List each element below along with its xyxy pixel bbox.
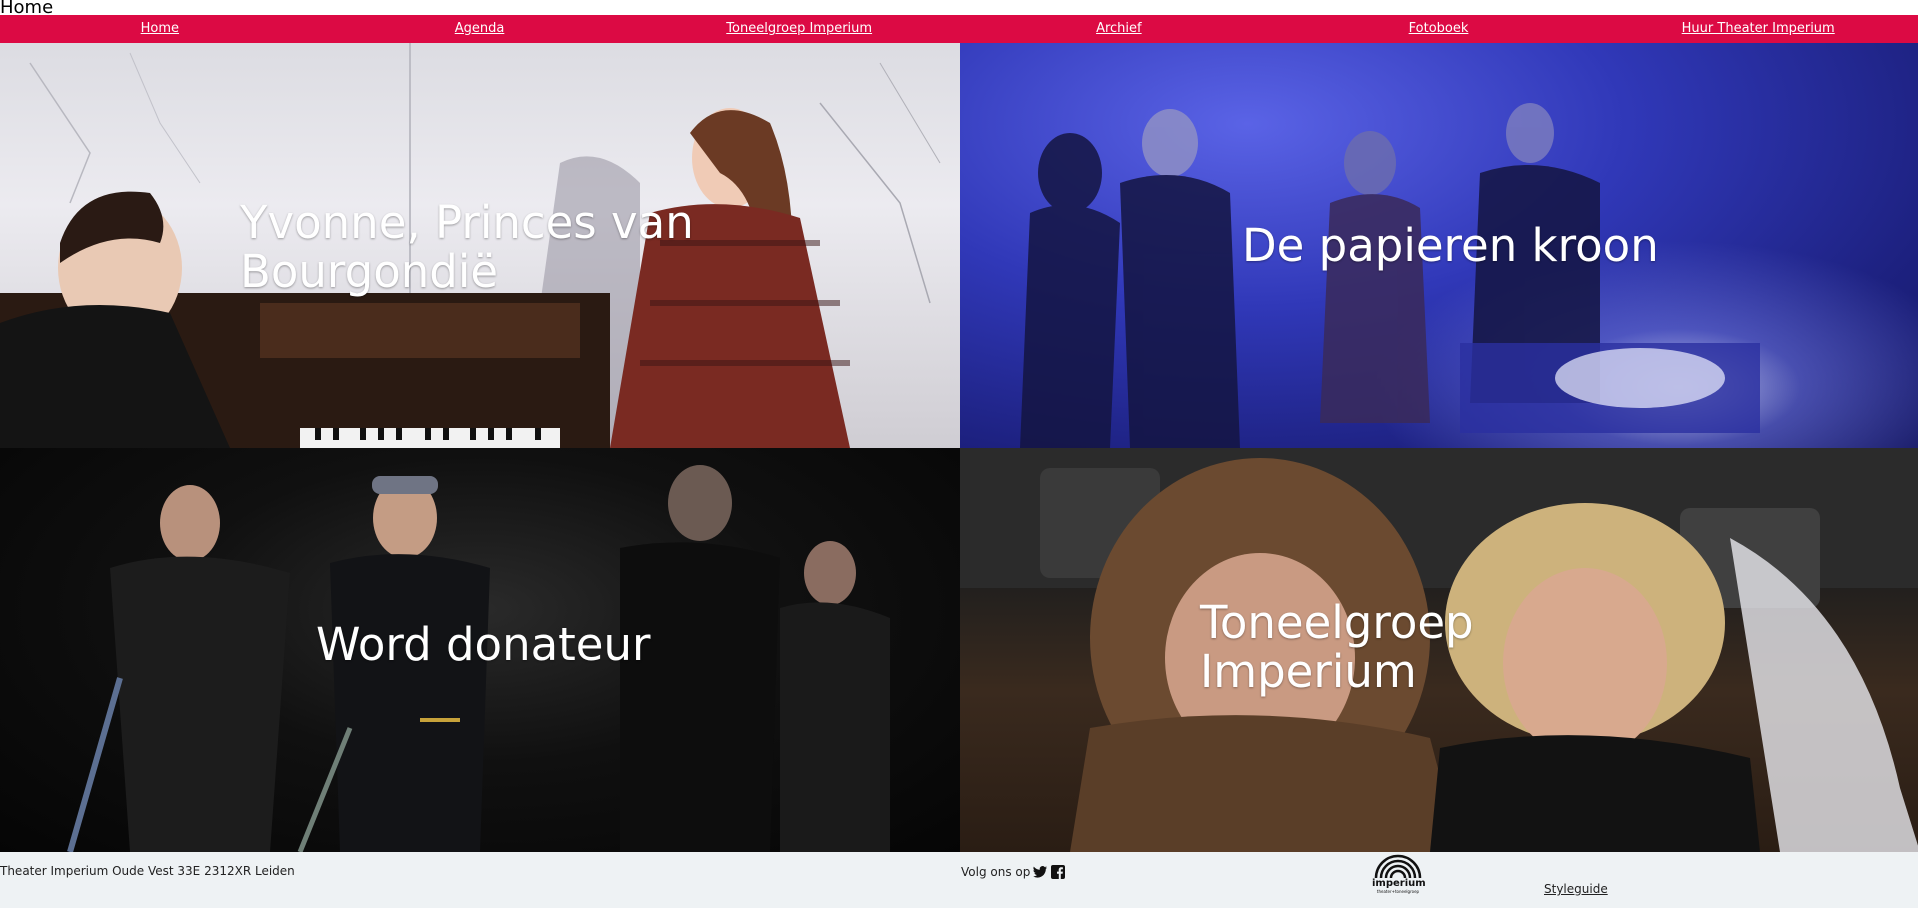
- tile-word-donateur-title: Word donateur: [316, 618, 651, 671]
- tile-toneelgroep-imperium[interactable]: Toneelgroep Imperium: [960, 448, 1918, 852]
- facebook-icon[interactable]: [1050, 864, 1066, 880]
- nav-item-huur-theater-imperium[interactable]: Huur Theater Imperium: [1598, 15, 1918, 43]
- tile-yvonne-title: Yvonne, Princes van Bourgondië: [240, 196, 694, 298]
- footer-follow: Volg ons op: [961, 864, 1066, 880]
- logo-subtext: theater+toneelgroep: [1376, 889, 1420, 894]
- main-nav: Home Agenda Toneelgroep Imperium Archief…: [0, 15, 1918, 43]
- logo-text: imperium: [1372, 878, 1426, 889]
- nav-item-archief[interactable]: Archief: [959, 15, 1279, 43]
- tile-de-papieren-kroon[interactable]: De papieren kroon: [960, 43, 1918, 448]
- page-heading: Home: [0, 0, 54, 18]
- tile-yvonne[interactable]: Yvonne, Princes van Bourgondië: [0, 43, 960, 448]
- twitter-icon[interactable]: [1032, 864, 1048, 880]
- footer: Theater Imperium Oude Vest 33E 2312XR Le…: [0, 852, 1918, 908]
- footer-address: Theater Imperium Oude Vest 33E 2312XR Le…: [0, 864, 295, 878]
- tile-grid: Yvonne, Princes van Bourgondië De papier…: [0, 43, 1918, 852]
- imperium-logo[interactable]: imperium theater+toneelgroep: [1372, 854, 1426, 896]
- tile-de-papieren-kroon-title: De papieren kroon: [1242, 219, 1659, 272]
- logo-arc-icon: [1374, 854, 1422, 879]
- nav-item-toneelgroep-imperium[interactable]: Toneelgroep Imperium: [639, 15, 959, 43]
- tile-toneelgroep-imperium-title: Toneelgroep Imperium: [1200, 596, 1474, 698]
- styleguide-link[interactable]: Styleguide: [1544, 882, 1608, 896]
- nav-item-fotoboek[interactable]: Fotoboek: [1279, 15, 1599, 43]
- nav-item-agenda[interactable]: Agenda: [320, 15, 640, 43]
- follow-label: Volg ons op: [961, 865, 1031, 879]
- tile-word-donateur[interactable]: Word donateur: [0, 448, 960, 852]
- nav-item-home[interactable]: Home: [0, 15, 320, 43]
